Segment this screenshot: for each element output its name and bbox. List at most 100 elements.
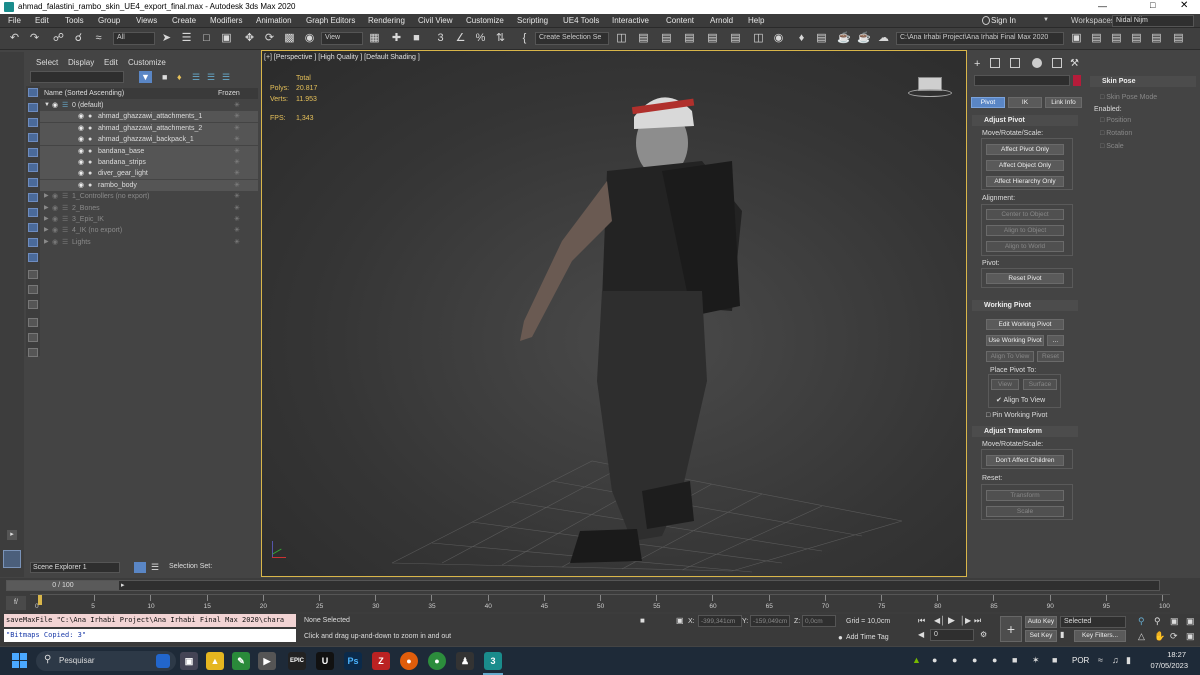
maximize-button[interactable]: □ xyxy=(1150,0,1155,10)
display-tab-icon[interactable] xyxy=(1052,58,1062,68)
explorer-row[interactable]: ▼ ◉ ☰ 0 (default) ✳ xyxy=(40,100,258,111)
keyboard-shortcut-icon[interactable]: ■ xyxy=(410,32,423,45)
edit-named-sel-icon[interactable]: { xyxy=(518,32,531,45)
tray-icon-3[interactable]: ● xyxy=(972,655,977,665)
add-time-tag[interactable]: Add Time Tag xyxy=(846,634,889,641)
fov-icon[interactable]: △ xyxy=(1138,631,1145,642)
link-icon[interactable]: ☍ xyxy=(52,32,65,45)
expand-arrow-icon[interactable]: ▶ xyxy=(44,191,49,202)
placement-icon[interactable]: ◉ xyxy=(303,32,316,45)
visibility-eye-icon[interactable]: ◉ xyxy=(78,157,84,168)
menu-animation[interactable]: Animation xyxy=(256,16,292,25)
menu-group[interactable]: Group xyxy=(98,16,120,25)
frozen-icon[interactable]: ✳ xyxy=(234,157,240,168)
adjust-transform-rollout[interactable]: Adjust Transform xyxy=(972,426,1078,437)
search-field[interactable] xyxy=(30,71,124,83)
filter-funnel-icon[interactable] xyxy=(28,333,38,342)
key-mode-dropdown[interactable]: Selected xyxy=(1060,616,1126,628)
scene-explorer-name-field[interactable]: Scene Explorer 1 xyxy=(30,562,120,573)
percent-snap-icon[interactable]: % xyxy=(474,32,487,45)
auto-key-button[interactable]: Auto Key xyxy=(1025,616,1057,628)
display-groups-icon[interactable] xyxy=(28,178,38,187)
expand-arrow-icon[interactable]: ▶ xyxy=(44,203,49,214)
scale-icon[interactable]: ▩ xyxy=(283,32,296,45)
column-frozen-header[interactable]: Frozen xyxy=(218,88,240,99)
workspace-dropdown[interactable]: Nidal Nijm xyxy=(1112,15,1194,27)
track-bar[interactable]: 0 5 10 15 20 25 30 35 40 45 50 55 60 65 70 75 80 85 90 95 10… xyxy=(30,594,1170,612)
taskbar-app-media[interactable]: ▶ xyxy=(258,652,276,670)
visibility-eye-icon[interactable]: ◉ xyxy=(78,168,84,179)
align-to-view-button[interactable]: Align To View xyxy=(986,351,1034,362)
explorer-row[interactable]: ◉ ● ahmad_ghazzawi_attachments_2 ✳ xyxy=(40,122,258,134)
display-cameras-icon[interactable] xyxy=(28,133,38,142)
render-activeshade-icon[interactable]: ☕ xyxy=(857,32,871,45)
utilities-tab-icon[interactable]: ⚒ xyxy=(1070,58,1079,69)
explorer-row[interactable]: ▶ ◉ ☰ 1_Controllers (no export) ✳ xyxy=(40,191,258,202)
position-checkbox[interactable]: □ Position xyxy=(1100,117,1131,124)
tab-link-info[interactable]: Link Info xyxy=(1045,97,1082,108)
absolute-mode-icon[interactable]: ▣ xyxy=(676,616,684,625)
scene-explorer-icon[interactable]: ▤ xyxy=(660,32,673,45)
affect-object-only-button[interactable]: Affect Object Only xyxy=(986,160,1064,171)
column-name-header[interactable]: Name (Sorted Ascending) xyxy=(44,88,124,99)
layers-icon[interactable]: ☰ xyxy=(192,72,200,83)
menu-rendering[interactable]: Rendering xyxy=(368,16,405,25)
menu-tools[interactable]: Tools xyxy=(65,16,84,25)
explorer-row[interactable]: ◉ ● bandana_base ✳ xyxy=(40,145,258,157)
frozen-icon[interactable]: ✳ xyxy=(234,203,240,214)
select-by-name-icon[interactable]: ☰ xyxy=(180,32,193,45)
taskbar-app-chrome[interactable]: ● xyxy=(428,652,446,670)
toolbar-icon-a[interactable]: ▤ xyxy=(1090,32,1103,45)
stack-icon[interactable]: ☰ xyxy=(207,72,215,83)
reset-transform-button[interactable]: Transform xyxy=(986,490,1064,501)
close-button[interactable]: ✕ xyxy=(1180,0,1188,11)
explorer-row[interactable]: ◉ ● diver_gear_light ✳ xyxy=(40,168,258,180)
selection-filter-dropdown[interactable]: All xyxy=(113,32,155,45)
menu-scripting[interactable]: Scripting xyxy=(517,16,548,25)
expand-arrow-icon[interactable]: ▸ xyxy=(7,530,17,540)
taskbar-app-notes[interactable]: ✎ xyxy=(232,652,250,670)
mini-curve-toggle[interactable]: f/ xyxy=(6,596,26,610)
select-object-icon[interactable]: ➤ xyxy=(160,32,173,45)
set-key-button[interactable]: Set Key xyxy=(1025,630,1057,642)
ribbon-icon[interactable]: ▤ xyxy=(706,32,719,45)
language-indicator[interactable]: POR xyxy=(1072,656,1089,665)
affect-hierarchy-only-button[interactable]: Affect Hierarchy Only xyxy=(986,176,1064,187)
go-to-start-icon[interactable]: ⏮ xyxy=(918,616,925,626)
maxscript-listener-output[interactable]: saveMaxFile "C:\Ana Irhabi Project\Ana I… xyxy=(4,614,296,627)
bind-spacewarp-icon[interactable]: ≈ xyxy=(92,32,105,45)
material-editor-icon[interactable]: ◉ xyxy=(772,32,785,45)
taskbar-app-epic[interactable]: EPIC xyxy=(288,652,306,670)
display-shapes-icon[interactable] xyxy=(28,103,38,112)
lock-icon[interactable]: ■ xyxy=(162,72,167,82)
display-invert-icon[interactable] xyxy=(28,300,38,309)
display-containers-icon[interactable] xyxy=(28,223,38,232)
visibility-eye-icon[interactable]: ◉ xyxy=(78,146,84,157)
zoom-extents-icon[interactable]: ▣ xyxy=(1170,616,1179,627)
battery-icon[interactable]: ▮ xyxy=(1126,655,1131,666)
key-mode-icon[interactable]: ◀ xyxy=(918,630,924,639)
view-cube[interactable] xyxy=(908,77,952,101)
volume-icon[interactable]: ♫ xyxy=(1112,655,1119,665)
menu-graph-editors[interactable]: Graph Editors xyxy=(306,16,355,25)
adjust-pivot-rollout[interactable]: Adjust Pivot xyxy=(972,115,1078,126)
tab-pivot[interactable]: Pivot xyxy=(971,97,1005,108)
frozen-icon[interactable]: ✳ xyxy=(234,237,240,248)
toolbar-icon-d[interactable]: ▤ xyxy=(1150,32,1163,45)
display-geometry-icon[interactable] xyxy=(28,88,38,97)
align-icon[interactable]: ▤ xyxy=(637,32,650,45)
frozen-icon[interactable]: ✳ xyxy=(234,225,240,236)
unlink-icon[interactable]: ☌ xyxy=(72,32,85,45)
edit-working-pivot-button[interactable]: Edit Working Pivot xyxy=(986,319,1064,330)
pan-icon[interactable]: ✋ xyxy=(1154,631,1165,642)
expand-arrow-icon[interactable]: ▶ xyxy=(44,225,49,236)
sign-in-dropdown[interactable]: Sign In xyxy=(991,16,1016,25)
time-next-icon[interactable]: ▸ xyxy=(121,581,125,590)
taskbar-app-3dsmax[interactable]: 3 xyxy=(484,652,502,670)
menu-ue4-tools[interactable]: UE4 Tools xyxy=(563,16,599,25)
hierarchy-icon[interactable] xyxy=(28,348,38,357)
undo-icon[interactable]: ↶ xyxy=(8,32,21,45)
taskbar-app-game[interactable]: ♟ xyxy=(456,652,474,670)
hierarchy-tab-icon[interactable] xyxy=(1010,58,1020,68)
sync-selection-icon[interactable] xyxy=(28,318,38,327)
